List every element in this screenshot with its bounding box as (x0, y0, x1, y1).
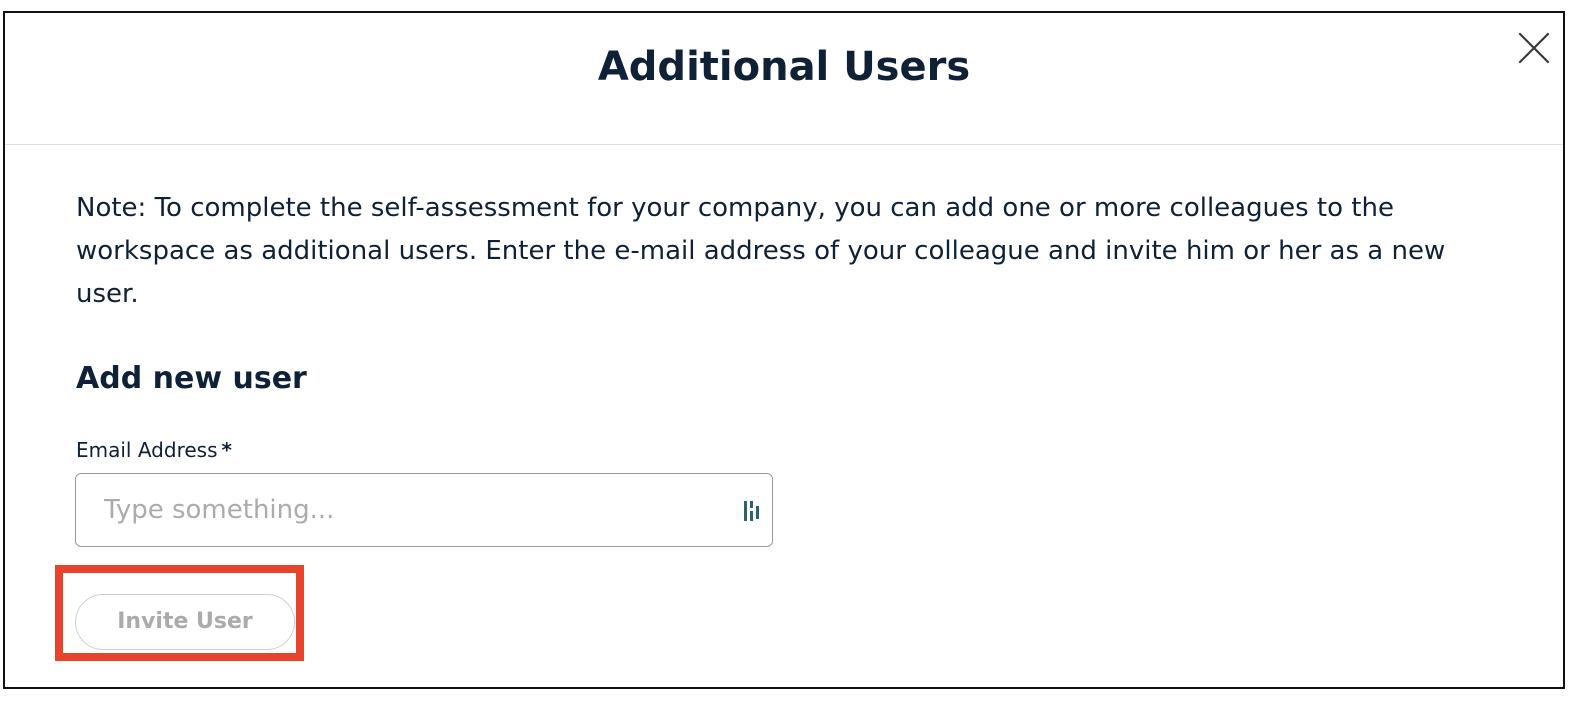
email-label-text: Email Address (76, 438, 218, 462)
invite-user-button[interactable]: Invite User (75, 594, 295, 650)
modal-title: Additional Users (597, 44, 971, 90)
email-field-label: Email Address * (76, 437, 232, 463)
additional-users-modal: Additional Users Note: To complete the s… (3, 11, 1565, 689)
close-button[interactable] (1517, 31, 1551, 65)
email-input[interactable] (76, 474, 716, 546)
email-field (75, 473, 773, 547)
password-manager-icon[interactable] (742, 499, 764, 523)
close-icon (1518, 32, 1550, 64)
note-text: Note: To complete the self-assessment fo… (76, 193, 1446, 309)
modal-header: Additional Users (5, 13, 1563, 145)
section-heading: Add new user (76, 361, 307, 396)
required-mark: * (221, 438, 232, 462)
